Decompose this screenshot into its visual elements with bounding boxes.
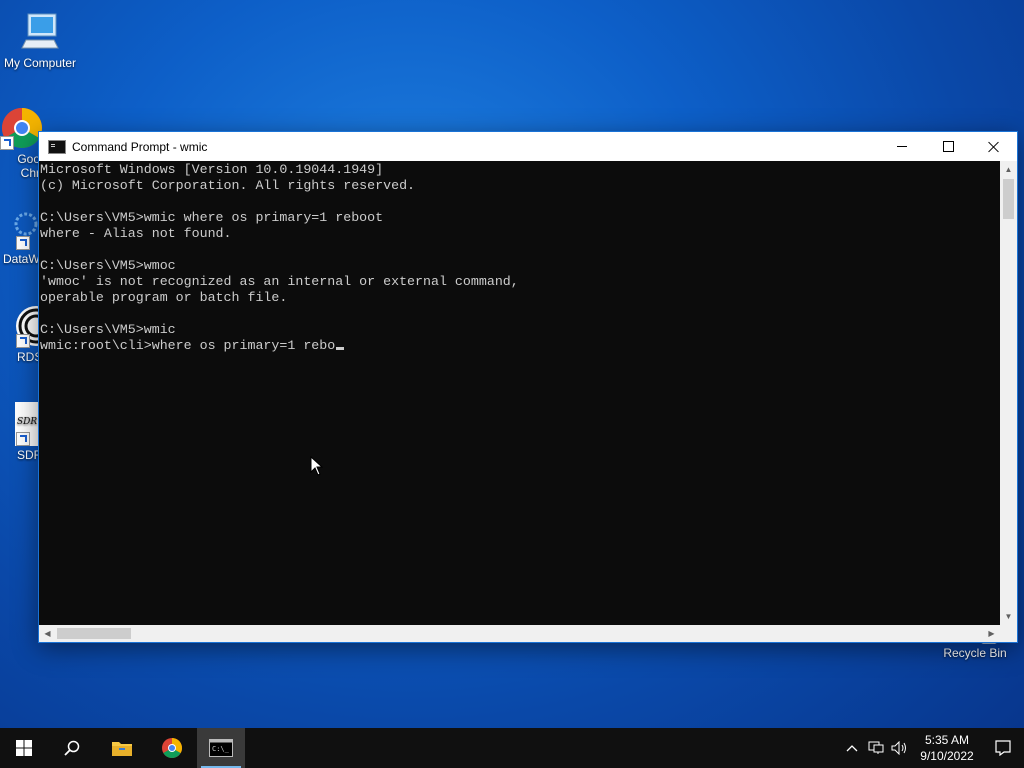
shortcut-arrow-icon [16, 334, 30, 348]
shortcut-arrow-icon [16, 432, 30, 446]
rds-icon [0, 304, 40, 348]
shortcut-arrow-icon [16, 236, 30, 250]
clock-date: 9/10/2022 [920, 749, 974, 763]
taskbar-clock[interactable]: 5:35 AM 9/10/2022 [912, 732, 982, 764]
horizontal-scroll-thumb[interactable] [57, 628, 131, 639]
console-output[interactable]: Microsoft Windows [Version 10.0.19044.19… [39, 161, 1000, 625]
volume-button[interactable] [888, 728, 912, 768]
network-icon [868, 741, 884, 754]
desktop-icon-my-computer[interactable]: My Computer [0, 10, 80, 70]
desktop-icon-sdr[interactable]: SDR SDR [0, 402, 40, 462]
minimize-icon [897, 146, 907, 147]
mouse-pointer-icon [310, 455, 324, 481]
taskbar-file-explorer[interactable] [98, 728, 146, 768]
taskbar-chrome[interactable] [148, 728, 196, 768]
start-button[interactable] [0, 728, 48, 768]
sdr-icon: SDR [0, 402, 40, 446]
horizontal-scrollbar[interactable]: ◀ ▶ [39, 625, 1000, 642]
scroll-left-arrow-icon[interactable]: ◀ [39, 625, 56, 642]
minimize-button[interactable] [879, 132, 925, 161]
cmd-icon [48, 139, 66, 154]
clock-time: 5:35 AM [924, 733, 970, 747]
network-button[interactable] [864, 728, 888, 768]
maximize-button[interactable] [925, 132, 971, 161]
svg-text:C:\_: C:\_ [212, 745, 230, 753]
taskbar: C:\_ 5:35 AM 9/10/2022 [0, 728, 1024, 768]
desktop-icon-label: RDS [17, 350, 40, 364]
shortcut-arrow-icon [0, 136, 14, 150]
svg-text:SDR: SDR [17, 417, 37, 427]
scroll-up-arrow-icon[interactable]: ▲ [1000, 161, 1017, 178]
window-controls [879, 132, 1017, 161]
close-button[interactable] [971, 132, 1017, 161]
action-center-button[interactable] [982, 728, 1024, 768]
volume-icon [891, 741, 906, 755]
notification-icon [995, 740, 1011, 756]
maximize-icon [942, 141, 954, 152]
vertical-scrollbar[interactable]: ▲ ▼ [1000, 161, 1017, 625]
file-explorer-icon [112, 742, 132, 756]
desktop-icon-label: SDR [17, 448, 40, 462]
window-titlebar[interactable]: Command Prompt - wmic [39, 132, 1017, 161]
window-title: Command Prompt - wmic [72, 139, 208, 154]
vertical-scroll-thumb[interactable] [1003, 179, 1014, 219]
search-icon [64, 740, 80, 756]
close-icon [988, 141, 1000, 153]
scroll-right-arrow-icon[interactable]: ▶ [983, 625, 1000, 642]
windows-start-icon [16, 740, 32, 756]
console-text: Microsoft Windows [Version 10.0.19044.19… [40, 162, 519, 353]
command-prompt-window[interactable]: Command Prompt - wmic Microsoft Windows … [38, 131, 1018, 643]
chevron-up-icon [846, 745, 858, 752]
computer-icon [18, 10, 62, 54]
desktop-icon-label: My Computer [3, 56, 77, 70]
desktop-icon-datawarehouse[interactable]: DataW [0, 206, 40, 266]
desktop-icon-label: Recycle Bin [943, 646, 1007, 660]
scroll-down-arrow-icon[interactable]: ▼ [1000, 608, 1017, 625]
scrollbar-corner [1000, 625, 1017, 642]
desktop-icon-rds[interactable]: RDS [0, 304, 40, 364]
cmd-icon: C:\_ [209, 739, 233, 757]
show-hidden-icons-button[interactable] [840, 728, 864, 768]
datawarehouse-icon [0, 206, 40, 250]
system-tray: 5:35 AM 9/10/2022 [840, 728, 1024, 768]
search-button[interactable] [48, 728, 96, 768]
chrome-icon [162, 738, 182, 758]
text-cursor [336, 347, 345, 350]
desktop-icon-label: DataW [3, 252, 40, 266]
taskbar-command-prompt[interactable]: C:\_ [197, 728, 245, 768]
